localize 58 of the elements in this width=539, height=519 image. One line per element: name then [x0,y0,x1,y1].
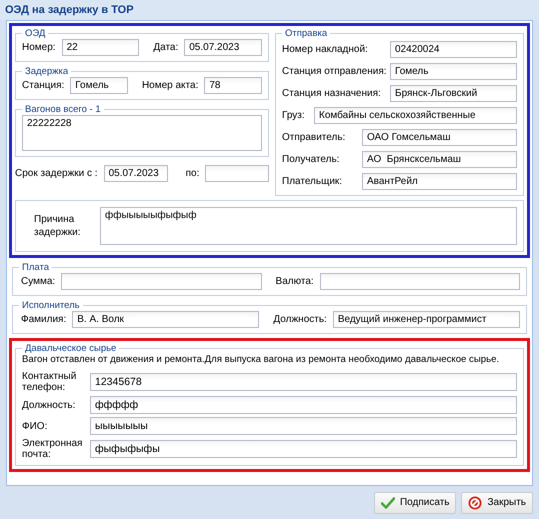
input-field[interactable]: Комбайны сельскохозяйственные [314,107,517,124]
field-label: Станция назначения: [282,88,382,99]
input-field[interactable]: 22 [62,39,140,56]
field-label: Валюта: [276,276,315,287]
field-label: Причина задержки: [34,213,82,240]
checkmark-icon [380,496,395,508]
field-label: Плательщик: [282,176,344,187]
group-legend: Вагонов всего - 1 [22,104,104,115]
input-field[interactable] [320,273,520,290]
input-field[interactable]: ффффф [90,396,517,414]
field-label: Груз: [282,110,306,121]
group-legend: Давальческое сырье [22,343,120,354]
reason-field[interactable]: ффыыыыыфыфыф [100,207,517,245]
field-label: Срок задержки с : [15,168,99,179]
wagon-list-field[interactable]: 22222228 [22,115,262,151]
sign-button[interactable]: Подписать [374,492,456,514]
field-label: Номер акта: [142,80,200,91]
group-legend: Отправка [282,28,330,39]
input-field[interactable]: Ведущий инженер-программист [332,311,520,328]
field-label: Контактный телефон: [22,371,78,393]
input-field[interactable]: 02420024 [390,41,517,58]
notice-text: Вагон отставлен от движения и ремонта.Для выпуска вагона из ремонта необходимо давальческое сырье. [22,354,500,367]
field-label: Номер накладной: [282,44,369,55]
field-label: ФИО: [22,420,48,432]
group-legend: ОЭД [22,28,48,39]
prohibited-icon [468,496,482,510]
input-field[interactable]: Гомель [390,63,517,80]
group-legend: Плата [19,262,52,273]
field-label: Отправитель: [282,132,346,143]
field-label: Станция отправления: [282,66,388,77]
field-label: Сумма: [20,276,56,287]
input-field[interactable]: Гомель [70,77,128,94]
window-title: ОЭД на задержку в ТОР [0,0,539,20]
field-label: Получатель: [282,154,340,165]
input-field[interactable]: 12345678 [90,373,517,391]
input-field[interactable]: ОАО Гомсельмаш [362,129,517,146]
group-legend: Исполнитель [19,300,83,311]
group-legend: Задержка [22,66,72,77]
input-field[interactable]: 78 [204,77,262,94]
field-label: Электронная почта: [22,438,84,460]
date-field[interactable]: 05.07.2023 [104,165,168,182]
input-field[interactable]: ыыыыыыы [90,417,517,435]
field-label: Фамилия: [20,314,68,325]
field-label: Должность: [22,400,76,410]
field-label: Номер: [22,42,57,53]
input-field[interactable]: АО Брянсксельмаш [362,151,517,168]
input-field[interactable]: 05.07.2023 [184,39,262,56]
input-field[interactable]: АвантРейл [362,173,517,190]
date-field[interactable] [205,165,270,182]
field-label: Дата: [153,42,180,53]
input-field[interactable]: Брянск-Льговский [390,85,517,102]
close-button[interactable]: Закрыть [461,492,533,514]
input-field[interactable]: фыфыфыфы [90,440,517,458]
field-label: по: [186,168,200,179]
input-field[interactable]: В. А. Волк [72,311,260,328]
field-label: Станция: [22,80,66,91]
input-field[interactable] [61,273,262,290]
field-label: Должность: [273,314,328,325]
